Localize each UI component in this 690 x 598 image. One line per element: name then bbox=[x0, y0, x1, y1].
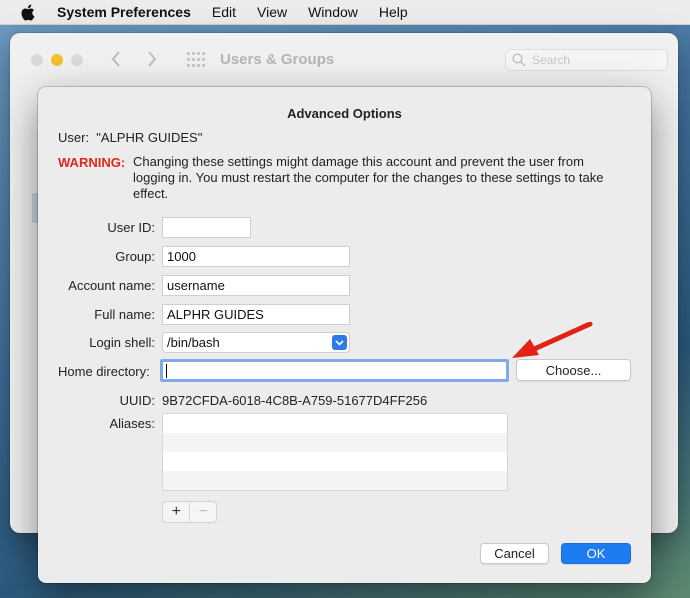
add-alias-button[interactable]: + bbox=[163, 502, 189, 522]
list-item[interactable] bbox=[163, 471, 507, 490]
search-placeholder: Search bbox=[532, 53, 571, 67]
login-shell-label: Login shell: bbox=[89, 335, 155, 350]
uuid-label: UUID: bbox=[119, 393, 155, 408]
red-arrow-annotation bbox=[510, 321, 595, 365]
menu-window[interactable]: Window bbox=[308, 4, 358, 20]
home-directory-field[interactable] bbox=[160, 359, 509, 382]
warning-label: WARNING: bbox=[58, 155, 126, 170]
search-field[interactable]: Search bbox=[505, 49, 668, 71]
list-item[interactable] bbox=[163, 452, 507, 471]
grid-icon[interactable] bbox=[187, 52, 205, 68]
cancel-button[interactable]: Cancel bbox=[480, 543, 549, 564]
window-toolbar: Users & Groups Search bbox=[10, 33, 678, 87]
user-id-field[interactable] bbox=[162, 217, 251, 238]
warning-text: Changing these settings might damage thi… bbox=[133, 154, 604, 201]
close-window-button[interactable] bbox=[31, 54, 43, 66]
add-remove-control: + − bbox=[162, 501, 217, 523]
full-name-label: Full name: bbox=[94, 307, 155, 322]
home-directory-label: Home directory: bbox=[58, 364, 150, 379]
menu-app-name[interactable]: System Preferences bbox=[57, 4, 191, 20]
dialog-title: Advanced Options bbox=[287, 106, 402, 121]
aliases-label: Aliases: bbox=[109, 416, 155, 431]
ok-button[interactable]: OK bbox=[561, 543, 631, 564]
uuid-value: 9B72CFDA-6018-4C8B-A759-51677D4FF256 bbox=[162, 393, 428, 408]
zoom-window-button[interactable] bbox=[71, 54, 83, 66]
search-icon bbox=[512, 53, 526, 67]
remove-alias-button[interactable]: − bbox=[189, 502, 216, 522]
account-name-field[interactable]: username bbox=[162, 275, 350, 296]
text-cursor bbox=[166, 363, 167, 378]
minimize-window-button[interactable] bbox=[51, 54, 63, 66]
group-field[interactable]: 1000 bbox=[162, 246, 350, 267]
chevron-right-icon[interactable] bbox=[147, 50, 157, 73]
login-shell-value: /bin/bash bbox=[167, 335, 220, 350]
user-id-label: User ID: bbox=[107, 220, 155, 235]
user-line: User: "ALPHR GUIDES" bbox=[58, 130, 203, 145]
list-item[interactable] bbox=[163, 433, 507, 452]
chevron-updown-icon bbox=[332, 335, 347, 350]
window-title: Users & Groups bbox=[220, 51, 335, 68]
full-name-field[interactable]: ALPHR GUIDES bbox=[162, 304, 350, 325]
menu-view[interactable]: View bbox=[257, 4, 287, 20]
list-item[interactable] bbox=[163, 414, 507, 433]
account-name-label: Account name: bbox=[68, 278, 155, 293]
menu-bar: System Preferences Edit View Window Help bbox=[0, 0, 690, 25]
group-label: Group: bbox=[115, 249, 155, 264]
menu-help[interactable]: Help bbox=[379, 4, 408, 20]
menu-edit[interactable]: Edit bbox=[212, 4, 236, 20]
chevron-left-icon[interactable] bbox=[111, 50, 121, 73]
login-shell-popup[interactable]: /bin/bash bbox=[162, 332, 350, 353]
advanced-options-dialog: Advanced Options User: "ALPHR GUIDES" WA… bbox=[38, 87, 651, 583]
apple-icon[interactable] bbox=[20, 3, 36, 21]
aliases-list[interactable] bbox=[162, 413, 508, 491]
